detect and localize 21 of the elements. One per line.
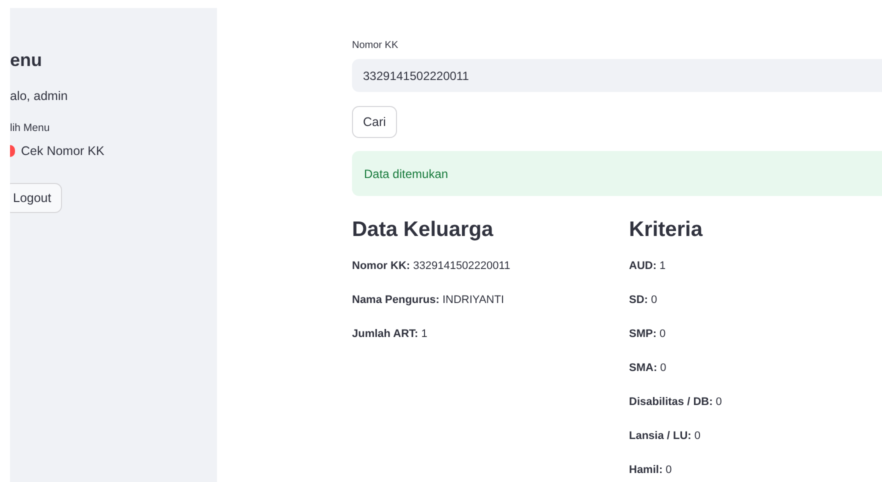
field-text: Nama Pengurus: INDRIYANTI [352,294,504,306]
field-text: Lansia / LU: 0 [629,430,701,442]
field-text: Disabilitas / DB: 0 [629,396,722,408]
field-text: Hamil: 0 [629,464,672,476]
search-button[interactable]: Cari [352,106,397,138]
field-text: SD: 0 [629,294,658,306]
field-text: SMP: 0 [629,328,666,340]
field-label: Nomor KK [352,40,400,51]
section-heading: Data Keluarga [352,218,494,242]
field-text: Jumlah ART: 1 [352,328,428,340]
field-text: Nomor KK: 3329141502220011 [352,260,510,272]
logout-button[interactable]: Logout [10,183,62,213]
radio-option[interactable]: Cek Nomor KK [21,144,104,158]
greeting-text: alo, admin [10,89,68,103]
section-heading: Kriteria [629,218,704,242]
success-alert: Data ditemukan [352,151,882,196]
field-text: AUD: 1 [629,260,666,272]
sidebar-title: enu [10,50,42,71]
field-text: SMA: 0 [629,362,666,374]
input-field[interactable]: 3329141502220011 [352,59,882,92]
radio-group-label: lih Menu [10,122,50,134]
